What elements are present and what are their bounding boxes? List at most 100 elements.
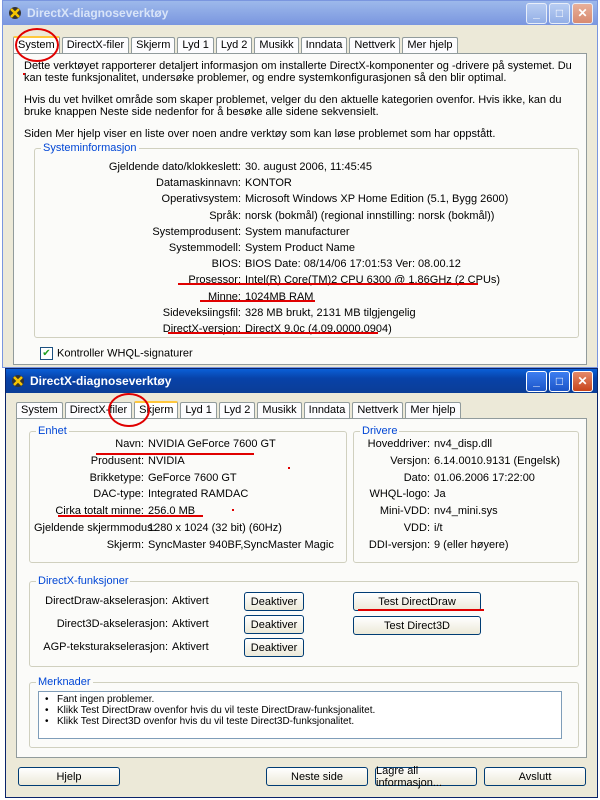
feature-row-value: Aktivert	[172, 641, 209, 653]
driver-row-value: i/t	[434, 522, 443, 534]
tab-network[interactable]: Nettverk	[352, 402, 404, 418]
directx-icon	[10, 373, 26, 389]
next-page-button[interactable]: Neste side	[266, 767, 368, 786]
tab-input[interactable]: Inndata	[300, 37, 348, 53]
disable-acceleration-button[interactable]: Deaktiver	[244, 615, 304, 634]
device-row-value: SyncMaster 940BF,SyncMaster Magic	[148, 538, 334, 551]
tab-more-help[interactable]: Mer hjelp	[405, 402, 461, 418]
annotation-underline-test-directdraw	[358, 609, 484, 611]
save-all-info-button[interactable]: Lagre all informasjon...	[375, 765, 477, 789]
feature-row: Direct3D-akselerasjon: Aktivert Deaktiver	[34, 615, 304, 637]
device-label: Enhet	[36, 425, 69, 437]
driver-row-value: 01.06.2006 17:22:00	[434, 471, 535, 484]
sysinfo-row-key: Sideveksiingsfil:	[162, 306, 241, 319]
annotation-underline-processor	[178, 283, 478, 285]
sysinfo-row: Gjeldende dato/klokkeslett: 30. august 20…	[45, 161, 372, 173]
tab-system[interactable]: System	[16, 402, 63, 418]
driver-row-key: Versjon:	[390, 454, 430, 467]
feature-row-key: Direct3D-akselerasjon:	[56, 618, 168, 630]
annotation-underline-name	[96, 453, 254, 455]
tab-input[interactable]: Inndata	[303, 402, 351, 418]
notes-label: Merknader	[36, 676, 93, 688]
system-tab-panel: Dette verktøyet rapporterer detaljert in…	[13, 53, 587, 365]
feature-row-value: Aktivert	[172, 618, 209, 630]
device-row-key: DAC-type:	[93, 488, 144, 501]
driver-row-value: 6.14.0010.9131 (Engelsk)	[434, 454, 560, 467]
note-item: Klikk Test DirectDraw ovenfor hvis du vi…	[43, 705, 557, 716]
driver-row-key: Hoveddriver:	[367, 438, 430, 450]
sysinfo-row-value: norsk (bokmål) (regional innstilling: no…	[245, 209, 495, 222]
disable-acceleration-button[interactable]: Deaktiver	[244, 638, 304, 657]
device-row-value: NVIDIA	[148, 454, 185, 467]
system-description: Dette verktøyet rapporterer detaljert in…	[24, 60, 579, 150]
driver-row-key: DDI-versjon:	[368, 538, 430, 551]
sysinfo-row-value: 328 MB brukt, 2131 MB tilgjengelig	[245, 306, 416, 319]
device-row: Skjerm: SyncMaster 940BF,SyncMaster Magic	[34, 539, 334, 551]
close-button[interactable]: ✕	[572, 2, 593, 24]
whql-checkbox-row[interactable]: ✔ Kontroller WHQL-signaturer	[40, 347, 193, 360]
sysinfo-row-key: Språk:	[209, 209, 241, 222]
tab-sound-1[interactable]: Lyd 1	[180, 402, 217, 418]
device-group: Enhet Navn: NVIDIA GeForce 7600 GT Produse…	[29, 425, 347, 563]
driver-row-key: VDD:	[403, 522, 430, 534]
tab-more-help[interactable]: Mer hjelp	[402, 37, 458, 53]
sysinfo-row-value: BIOS Date: 08/14/06 17:01:53 Ver: 08.00.…	[245, 258, 461, 271]
driver-row: Mini-VDD: nv4_mini.sys	[358, 505, 498, 517]
driver-row-key: WHQL-logo:	[369, 488, 430, 501]
maximize-button[interactable]: □	[549, 2, 570, 24]
tab-sound-1[interactable]: Lyd 1	[177, 37, 214, 53]
whql-checkbox[interactable]: ✔	[40, 347, 53, 360]
feature-row-value: Aktivert	[172, 595, 209, 607]
sysinfo-label: Systeminformasjon	[41, 142, 139, 154]
minimize-button[interactable]: _	[526, 2, 547, 24]
minimize-button[interactable]: _	[526, 370, 547, 392]
device-row-key: Brikketype:	[89, 471, 144, 484]
back-titlebar[interactable]: DirectX-diagnoseverktøy _ □ ✕	[3, 1, 597, 25]
front-window: DirectX-diagnoseverktøy _ □ ✕ System Dir…	[5, 368, 598, 798]
back-tab-strip: System DirectX-filer Skjerm Lyd 1 Lyd 2 …	[13, 36, 460, 54]
disable-acceleration-button[interactable]: Deaktiver	[244, 592, 304, 611]
sysinfo-row-key: Operativsystem:	[161, 193, 241, 206]
description-paragraph: Hvis du vet hvilket område som skaper pr…	[24, 94, 562, 118]
tab-network[interactable]: Nettverk	[349, 37, 401, 53]
test-direct3d-button[interactable]: Test Direct3D	[353, 616, 481, 635]
description-paragraph: Dette verktøyet rapporterer detaljert in…	[24, 60, 572, 84]
tab-directx-files[interactable]: DirectX-filer	[61, 37, 130, 53]
tab-sound-2[interactable]: Lyd 2	[215, 37, 253, 53]
sysinfo-row-value: System Product Name	[245, 242, 356, 254]
close-button[interactable]: ✕	[572, 370, 593, 392]
front-titlebar[interactable]: DirectX-diagnoseverktøy _ □ ✕	[6, 369, 597, 393]
notes-box[interactable]: Fant ingen problemer. Klikk Test DirectD…	[38, 691, 562, 739]
notes-group: Merknader Fant ingen problemer. Klikk Te…	[29, 676, 579, 748]
maximize-button[interactable]: □	[549, 370, 570, 392]
directx-features-label: DirectX-funksjoner	[36, 575, 131, 587]
driver-row: VDD: i/t	[358, 522, 443, 534]
sysinfo-row: Operativsystem: Microsoft Windows XP Home…	[45, 193, 509, 206]
driver-row-key: Dato:	[403, 471, 430, 484]
device-row: Navn: NVIDIA GeForce 7600 GT	[34, 438, 276, 450]
annotation-underline-memory-size	[58, 515, 203, 517]
driver-row-value: nv4_mini.sys	[434, 505, 498, 518]
tab-music[interactable]: Musikk	[257, 402, 302, 418]
note-item: Klikk Test Direct3D ovenfor hvis du vil …	[43, 716, 557, 727]
front-tab-strip: System DirectX-filer Skjerm Lyd 1 Lyd 2 …	[16, 401, 463, 419]
sysinfo-row-key: Gjeldende dato/klokkeslett:	[108, 161, 241, 173]
annotation-dot	[232, 509, 234, 511]
exit-button[interactable]: Avslutt	[484, 767, 586, 786]
sysinfo-row: Datamaskinnavn: KONTOR	[45, 177, 292, 189]
annotation-dot	[288, 467, 290, 469]
help-button[interactable]: Hjelp	[18, 767, 120, 786]
tab-sound-2[interactable]: Lyd 2	[218, 402, 256, 418]
driver-row: Hoveddriver: nv4_disp.dll	[358, 438, 492, 450]
device-row: Gjeldende skjermmodus: 1280 x 1024 (32 bi…	[34, 522, 282, 534]
tab-music[interactable]: Musikk	[254, 37, 299, 53]
driver-row: Versjon: 6.14.0010.9131 (Engelsk)	[358, 455, 560, 467]
device-row: Produsent: NVIDIA	[34, 455, 185, 467]
device-row-value: Integrated RAMDAC	[148, 488, 249, 501]
device-row: DAC-type: Integrated RAMDAC	[34, 488, 248, 500]
device-row-key: Gjeldende skjermmodus:	[34, 522, 156, 534]
feature-row: AGP-teksturakselerasjon: Aktivert Deaktive…	[34, 638, 304, 660]
device-row-value: 1280 x 1024 (32 bit) (60Hz)	[148, 522, 282, 534]
sysinfo-row: Systemmodell: System Product Name	[45, 242, 355, 254]
tab-display[interactable]: Skjerm	[131, 37, 176, 53]
